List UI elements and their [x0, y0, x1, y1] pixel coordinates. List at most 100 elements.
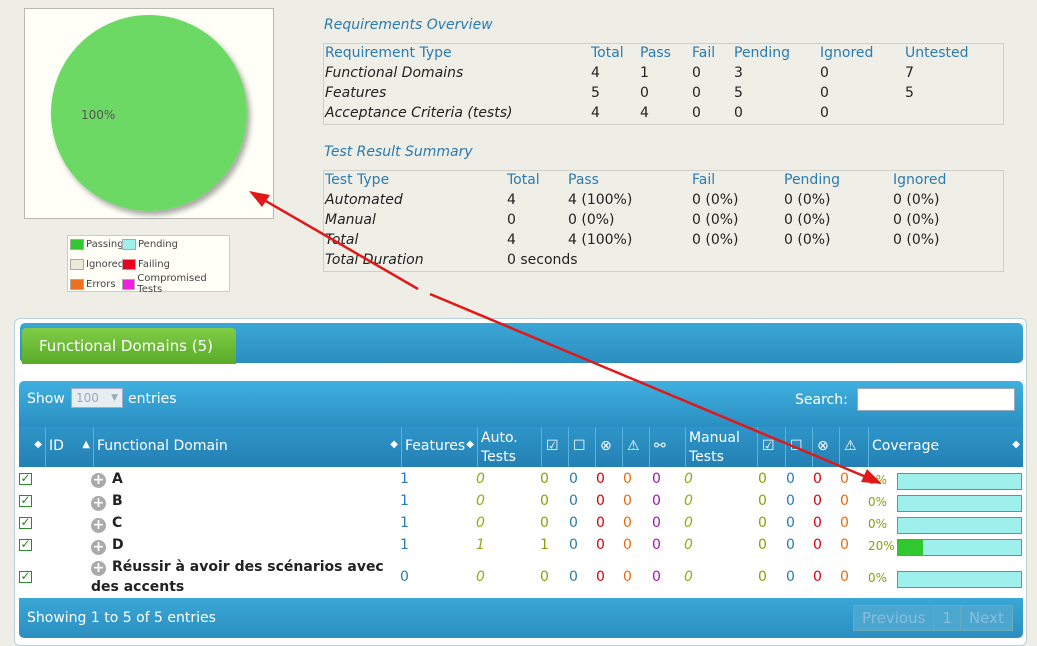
column-label: Manual Tests — [689, 429, 740, 467]
cell: 0 — [507, 212, 516, 228]
col-auto-pending[interactable]: ☐ — [568, 427, 595, 467]
entries-select[interactable]: 100 ▼ — [71, 388, 123, 408]
legend-item-pending: Pending — [122, 237, 178, 251]
sort-icon: ◆ — [34, 439, 42, 450]
table-row[interactable]: ✓ + C 1 0 0 0 0 0 0 0 0 0 0 0 0% — [15, 514, 1026, 536]
expand-icon[interactable]: + — [91, 473, 106, 488]
col-auto-passing[interactable]: ☑ — [541, 427, 568, 467]
previous-button[interactable]: Previous — [854, 606, 935, 630]
col-auto-errors[interactable]: ⚠ — [622, 427, 649, 467]
col-status[interactable]: ◆ — [19, 427, 45, 467]
cell: 5 — [905, 85, 914, 101]
page-button[interactable]: 1 — [934, 606, 961, 630]
manual-tests-count: 0 — [684, 493, 693, 509]
cell: 0 — [734, 105, 743, 121]
auto-errors-count: 0 — [623, 493, 632, 509]
legend-label: Compromised Tests — [137, 273, 207, 295]
auto-pending-count: 0 — [569, 493, 578, 509]
expand-icon[interactable]: + — [91, 496, 106, 511]
auto-compromised-count: 0 — [652, 493, 661, 509]
cell: 0 — [820, 85, 829, 101]
auto-passing-count: 1 — [540, 537, 549, 553]
col-manual-errors[interactable]: ⚠ — [839, 427, 868, 467]
col-functional-domain[interactable]: Functional Domain ◆ — [93, 427, 401, 467]
tab-bar: Functional Domains (5) — [20, 323, 1023, 364]
cell: 0 — [692, 65, 701, 81]
domain-name[interactable]: B — [112, 493, 123, 509]
manual-failing-count: 0 — [813, 569, 822, 585]
manual-failing-count: 0 — [813, 537, 822, 553]
cell: 0 (0%) — [893, 212, 940, 228]
cell: 0 (0%) — [784, 212, 831, 228]
column-label: ID — [49, 438, 64, 454]
search-input[interactable] — [857, 388, 1015, 411]
next-button[interactable]: Next — [961, 606, 1012, 630]
pending-icon: ☐ — [573, 438, 586, 454]
legend-item-errors: Errors — [70, 277, 116, 291]
manual-errors-count: 0 — [840, 569, 849, 585]
domain-name[interactable]: A — [112, 471, 123, 487]
manual-failing-count: 0 — [813, 471, 822, 487]
legend-label: Pending — [138, 238, 178, 250]
col-manual-tests[interactable]: Manual Tests — [685, 427, 757, 467]
row-label: Total Duration — [325, 252, 424, 268]
auto-failing-count: 0 — [596, 537, 605, 553]
manual-tests-count: 0 — [684, 537, 693, 553]
legend-swatch — [122, 258, 136, 270]
table-row[interactable]: ✓ + B 1 0 0 0 0 0 0 0 0 0 0 0 0% — [15, 492, 1026, 514]
manual-pending-count: 0 — [786, 569, 795, 585]
features-count: 1 — [400, 515, 409, 531]
coverage-bar — [897, 539, 1022, 556]
expand-icon[interactable]: + — [91, 518, 106, 533]
pie-legend: Passing Pending Ignored Failing Errors C… — [67, 235, 230, 295]
col-coverage[interactable]: Coverage ◆ — [868, 427, 1023, 467]
cell: 0 (0%) — [568, 212, 615, 228]
table-row: Acceptance Criteria (tests) 4 4 0 0 0 — [324, 104, 1003, 124]
domain-name-line[interactable]: Réussir à avoir des scénarios avec — [112, 559, 384, 575]
entries-info: Showing 1 to 5 of 5 entries — [27, 610, 216, 626]
col-manual-pending[interactable]: ☐ — [785, 427, 812, 467]
col-features[interactable]: Features ◆ — [401, 427, 477, 467]
cell: 5 — [591, 85, 600, 101]
header-cell: Pending — [734, 45, 790, 61]
expand-icon[interactable]: + — [91, 540, 106, 555]
auto-tests-count: 0 — [476, 569, 485, 585]
domain-name[interactable]: D — [112, 537, 124, 553]
domain-name-line[interactable]: des accents — [91, 579, 184, 595]
auto-errors-count: 0 — [623, 515, 632, 531]
table-row: Automated 4 4 (100%) 0 (0%) 0 (0%) 0 (0%… — [324, 191, 1003, 211]
table-row[interactable]: ✓ + A 1 0 0 0 0 0 0 0 0 0 0 0 0% — [15, 470, 1026, 492]
coverage-percent: 0% — [868, 517, 888, 531]
table-row[interactable]: ✓ + Réussir à avoir des scénarios avec d… — [15, 558, 1026, 598]
check-icon: ✓ — [19, 537, 32, 551]
coverage-percent: 0% — [868, 495, 888, 509]
coverage-bar — [897, 571, 1022, 588]
legend-label: Failing — [138, 258, 170, 270]
auto-passing-count: 0 — [540, 569, 549, 585]
tab-functional-domains[interactable]: Functional Domains (5) — [22, 328, 236, 364]
cell: 4 — [507, 192, 516, 208]
coverage-bar — [897, 517, 1022, 534]
col-manual-failing[interactable]: ⊗ — [812, 427, 839, 467]
failure-icon: ⊗ — [600, 438, 612, 454]
col-id[interactable]: ID ▲ — [45, 427, 93, 467]
domain-name[interactable]: C — [112, 515, 122, 531]
row-label: Features — [325, 85, 387, 101]
col-auto-failing[interactable]: ⊗ — [595, 427, 622, 467]
manual-errors-count: 0 — [840, 515, 849, 531]
cell: 5 — [734, 85, 743, 101]
table-row: Functional Domains 4 1 0 3 0 7 — [324, 64, 1003, 84]
col-auto-compromised[interactable]: ⚯ — [649, 427, 685, 467]
col-auto-tests[interactable]: Auto. Tests — [477, 427, 541, 467]
features-count: 1 — [400, 537, 409, 553]
expand-icon[interactable]: + — [91, 561, 106, 576]
header-cell: Total — [591, 45, 624, 61]
column-label: Coverage — [872, 438, 940, 454]
col-manual-passing[interactable]: ☑ — [757, 427, 785, 467]
auto-passing-count: 0 — [540, 471, 549, 487]
check-icon: ✓ — [19, 515, 32, 529]
legend-swatch — [122, 278, 136, 290]
table-row[interactable]: ✓ + D 1 1 1 0 0 0 0 0 0 0 0 0 20% — [15, 536, 1026, 558]
cell: 0 (0%) — [692, 232, 739, 248]
auto-tests-count: 0 — [476, 493, 485, 509]
